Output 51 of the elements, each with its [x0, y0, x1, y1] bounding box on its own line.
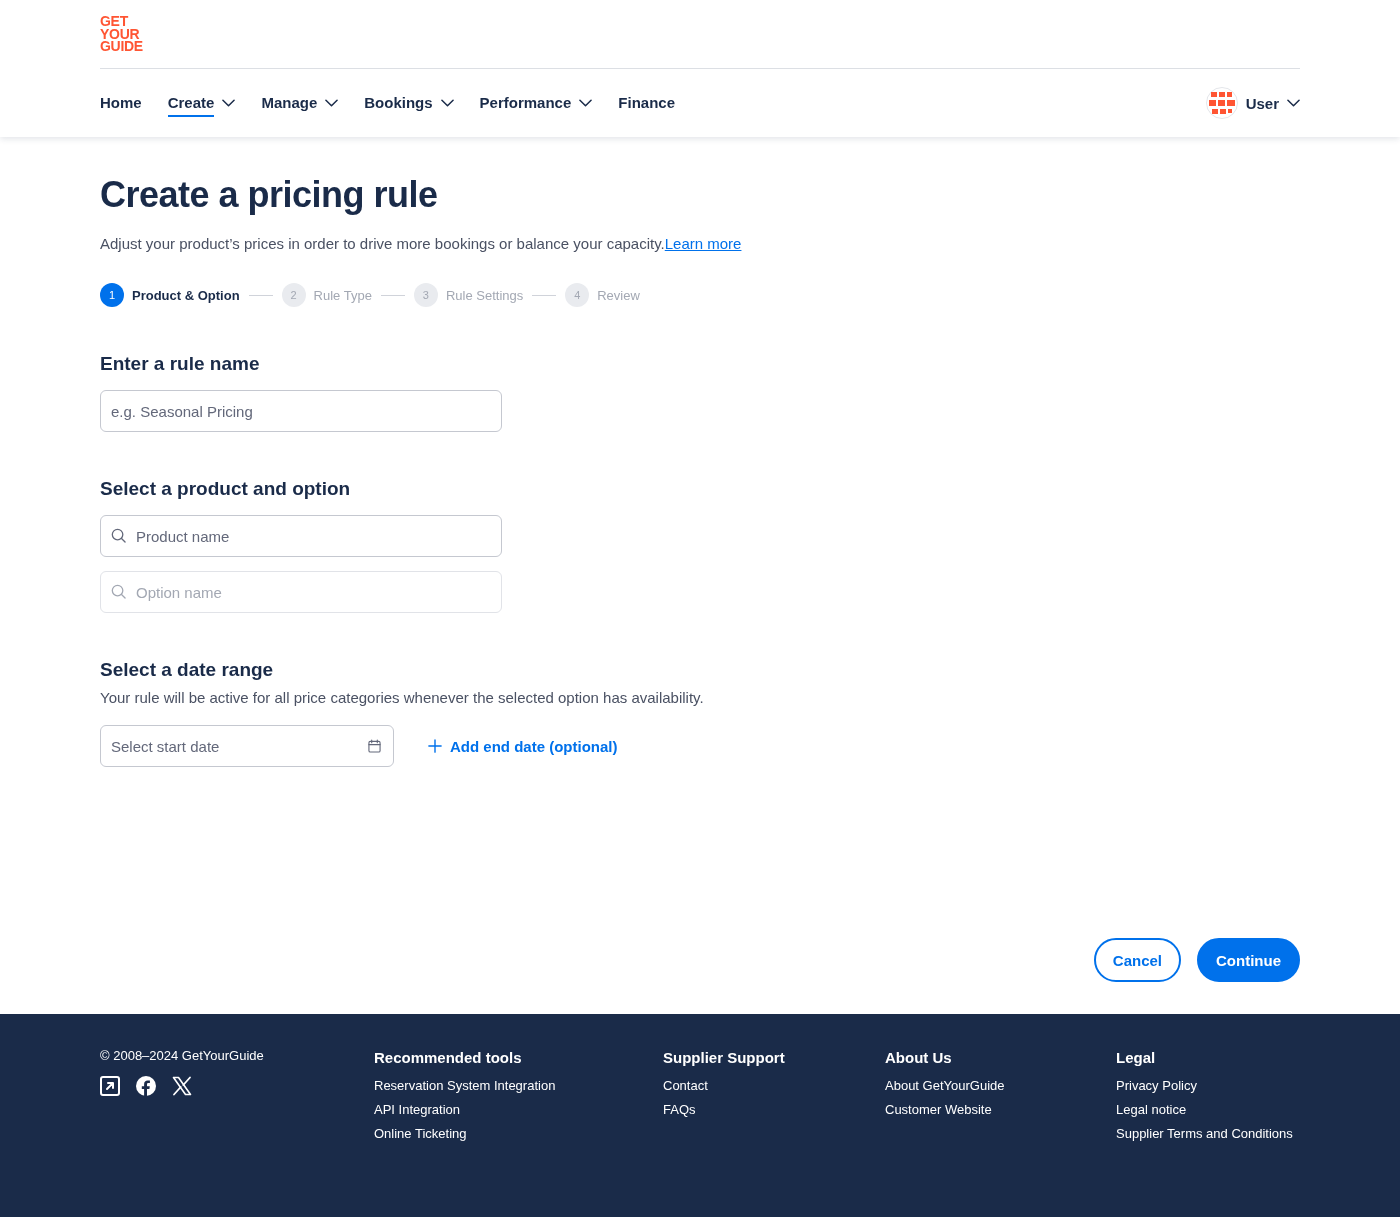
learn-more-link[interactable]: Learn more: [664, 235, 742, 252]
footer-link[interactable]: Reservation System Integration: [374, 1074, 556, 1098]
section-heading: Enter a rule name: [100, 352, 261, 376]
step-number-badge: 4: [565, 283, 590, 307]
footer-link[interactable]: Customer Website: [885, 1098, 992, 1122]
search-field[interactable]: Product name: [100, 515, 502, 557]
calendar-icon: [368, 739, 381, 753]
search-icon: [111, 584, 126, 599]
step-label: Rule Type: [313, 287, 372, 303]
avatar-icon: [1205, 87, 1238, 119]
footer-link[interactable]: About GetYourGuide: [885, 1074, 1005, 1098]
plus-icon: [428, 739, 442, 753]
intro-text: Adjust your product’s prices in order to drive more bookings or balance your capacity.: [100, 235, 665, 252]
search-icon: [111, 528, 126, 543]
step-label: Review: [597, 287, 640, 303]
footer-link[interactable]: Supplier Terms and Conditions: [1116, 1122, 1293, 1146]
footer-heading: Legal: [1116, 1048, 1156, 1068]
step-label: Rule Settings: [445, 287, 524, 303]
footer-link[interactable]: Privacy Policy: [1116, 1074, 1197, 1098]
user-menu[interactable]: User: [1205, 87, 1300, 119]
step-number-badge: 2: [281, 283, 306, 307]
footer-heading: Recommended tools: [374, 1048, 522, 1068]
step-label: Product & Option: [132, 287, 240, 303]
step-number-badge: 1: [100, 283, 124, 307]
continue-button[interactable]: Continue: [1197, 938, 1300, 982]
section-description: Your rule will be active for all price categories whenever the selected option has availability.: [100, 688, 705, 708]
footer-link[interactable]: API Integration: [374, 1098, 460, 1122]
nav-item[interactable]: Home: [100, 89, 142, 117]
footer-heading: Supplier Support: [663, 1048, 785, 1068]
copyright-text: © 2008–2024 GetYourGuide: [100, 1048, 265, 1064]
nav-item[interactable]: Create: [167, 89, 236, 117]
facebook-icon[interactable]: [136, 1076, 156, 1096]
footer-heading: About Us: [885, 1048, 952, 1068]
x-logo-icon[interactable]: [172, 1076, 192, 1096]
footer-link[interactable]: Legal notice: [1116, 1098, 1187, 1122]
date-field[interactable]: Select start date: [100, 725, 394, 767]
nav-item[interactable]: Performance: [479, 89, 593, 117]
footer-link[interactable]: Online Ticketing: [374, 1122, 467, 1146]
page-title: Create a pricing rule: [100, 173, 439, 217]
nav-item[interactable]: Bookings: [364, 89, 454, 117]
section-heading: Select a date range: [100, 658, 275, 682]
step-number-badge: 3: [413, 283, 438, 307]
nav-item[interactable]: Manage: [261, 89, 339, 117]
footer-link[interactable]: Contact: [663, 1074, 708, 1098]
rule-name-field[interactable]: e.g. Seasonal Pricing: [100, 390, 502, 432]
cancel-button[interactable]: Cancel: [1093, 938, 1181, 982]
add-end-date-link[interactable]: Add end date (optional): [428, 737, 618, 755]
section-heading: Select a product and option: [100, 477, 352, 501]
external-link-icon[interactable]: [100, 1076, 120, 1096]
footer-link[interactable]: FAQs: [663, 1098, 696, 1122]
nav-item[interactable]: Finance: [618, 89, 675, 117]
